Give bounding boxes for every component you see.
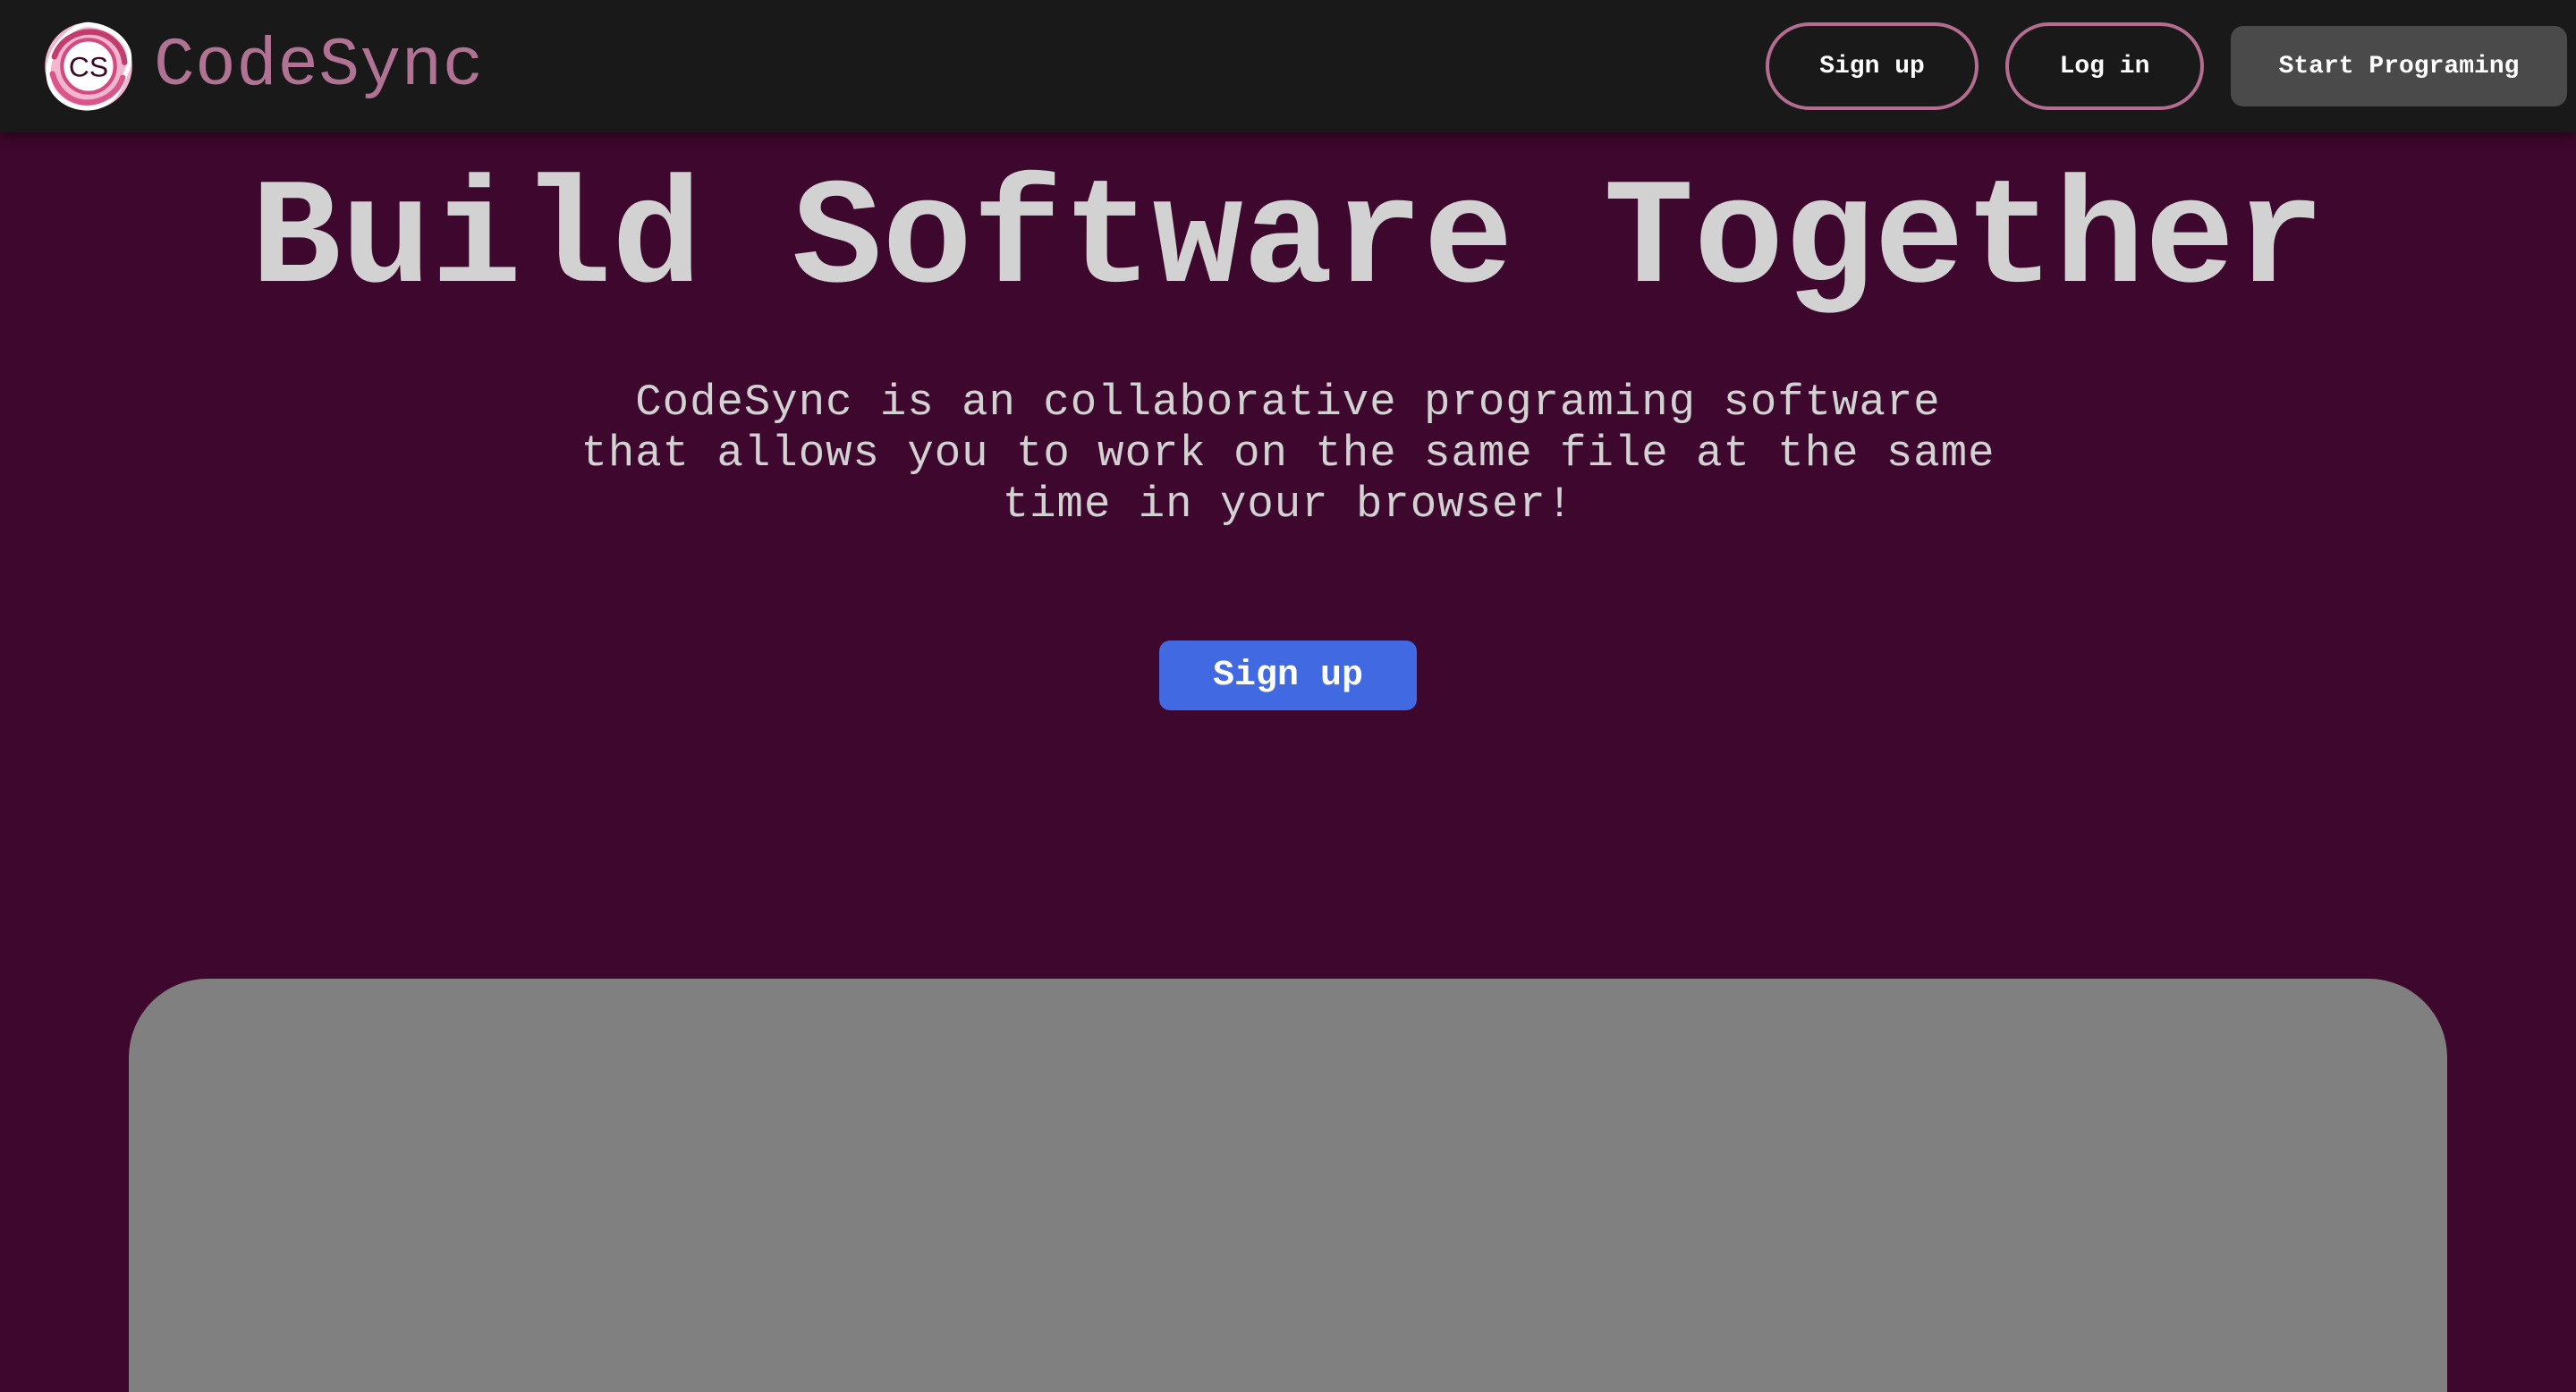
editor-preview-panel (129, 979, 2447, 1392)
logo-monogram: CS (69, 51, 108, 83)
hero-signup-button[interactable]: Sign up (1159, 641, 1417, 710)
brand-name: CodeSync (154, 28, 484, 105)
nav-signup-button[interactable]: Sign up (1766, 22, 1979, 110)
start-programming-button[interactable]: Start Programing (2231, 26, 2567, 106)
hero-title: Build Software Together (250, 157, 2326, 327)
nav-login-button[interactable]: Log in (2005, 22, 2204, 110)
brand-home-link[interactable]: CS CodeSync (41, 20, 484, 113)
top-navbar: CS CodeSync Sign up Log in Start Program… (0, 0, 2576, 132)
codesync-logo-icon: CS (45, 21, 132, 111)
hero-description: CodeSync is an collaborative programing … (580, 378, 1996, 530)
